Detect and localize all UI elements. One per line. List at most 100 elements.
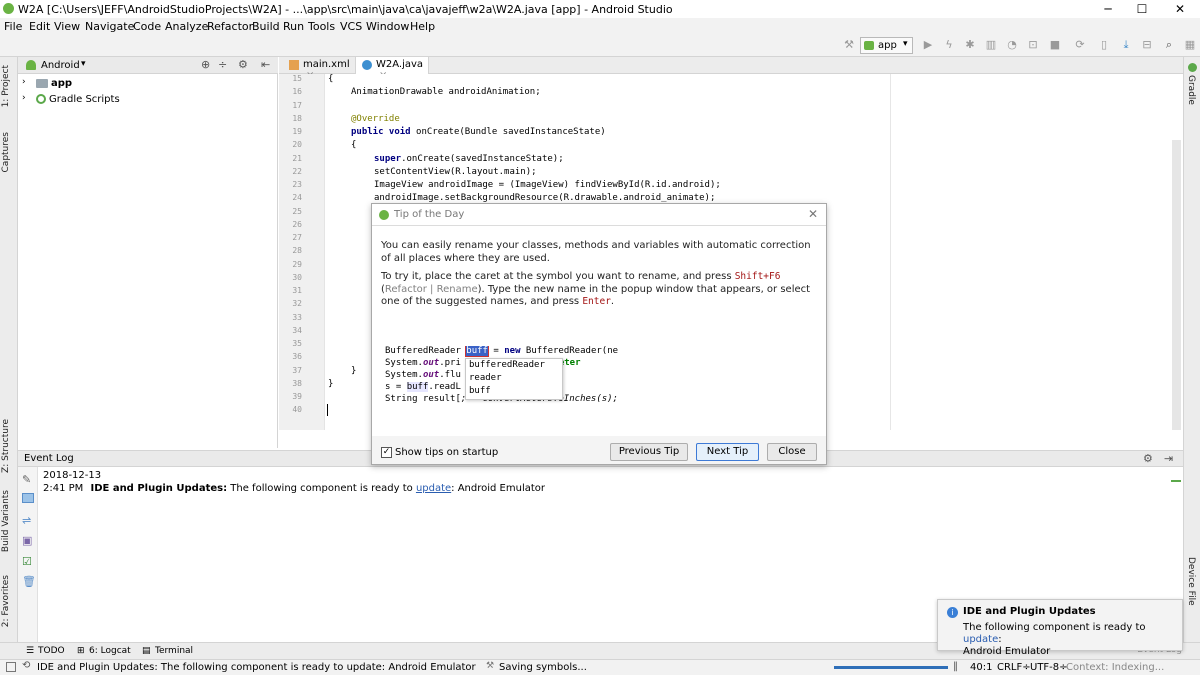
chevron-down-icon[interactable]: ▾ bbox=[81, 59, 86, 69]
avd-manager-icon[interactable]: ▯ bbox=[1097, 38, 1111, 52]
previous-tip-button[interactable]: Previous Tip bbox=[610, 443, 688, 461]
notification-title: IDE and Plugin Updates bbox=[963, 606, 1096, 617]
menu-code[interactable]: Code bbox=[133, 20, 161, 33]
coverage-icon[interactable]: ⊡ bbox=[1026, 38, 1040, 52]
suggestion-item[interactable]: reader bbox=[469, 373, 502, 383]
menu-file[interactable]: File bbox=[4, 20, 22, 33]
close-button[interactable]: Close bbox=[767, 443, 817, 461]
chevron-right-icon[interactable]: › bbox=[22, 93, 26, 103]
tab-device-file-explorer[interactable]: Device File bbox=[1186, 557, 1196, 606]
chevron-right-icon[interactable]: › bbox=[22, 77, 26, 87]
hide-panel-icon[interactable]: ⇥ bbox=[1164, 452, 1173, 465]
chat-icon[interactable] bbox=[22, 493, 34, 503]
search-icon[interactable]: ⌕ bbox=[1162, 38, 1176, 52]
menu-navigate[interactable]: Navigate bbox=[85, 20, 134, 33]
log-time: 2:41 PM bbox=[43, 483, 84, 494]
tab-main-xml[interactable]: main.xml × bbox=[283, 57, 355, 81]
layout-inspector-icon[interactable]: ⊟ bbox=[1140, 38, 1154, 52]
menu-analyze[interactable]: Analyze bbox=[165, 20, 208, 33]
stop-icon[interactable]: ■ bbox=[1048, 38, 1062, 52]
expand-icon[interactable]: ▣ bbox=[22, 534, 32, 547]
window-title: W2A [C:\Users\JEFF\AndroidStudioProjects… bbox=[18, 3, 673, 16]
line-number: 33 bbox=[292, 312, 302, 322]
tab-logcat[interactable]: 6: Logcat bbox=[89, 646, 131, 656]
apply-changes-icon[interactable]: ϟ bbox=[942, 38, 956, 52]
tab-build-variants[interactable]: Build Variants bbox=[1, 490, 11, 552]
line-separator[interactable]: CRLF÷ bbox=[997, 662, 1031, 673]
hammer-icon[interactable]: ⚒ bbox=[842, 38, 856, 52]
menu-view[interactable]: View bbox=[54, 20, 80, 33]
tab-w2a-java[interactable]: W2A.java × bbox=[355, 57, 429, 81]
menu-window[interactable]: Window bbox=[366, 20, 409, 33]
code-token: buff bbox=[406, 382, 429, 392]
android-studio-icon bbox=[379, 210, 389, 220]
filter-icon[interactable]: ⇌ bbox=[22, 514, 31, 527]
tab-gradle[interactable]: Gradle bbox=[1186, 75, 1196, 105]
tip-text: . bbox=[610, 296, 615, 307]
tree-item-gradle-scripts[interactable]: › Gradle Scripts bbox=[18, 93, 277, 107]
background-task-icon: ⚒ bbox=[486, 661, 495, 671]
right-margin-guide bbox=[890, 74, 891, 430]
editor-scrollbar[interactable] bbox=[1172, 140, 1181, 430]
tab-project[interactable]: 1: Project bbox=[1, 65, 11, 107]
suggestion-item[interactable]: buff bbox=[469, 386, 491, 396]
collapse-icon[interactable]: ÷ bbox=[218, 58, 227, 71]
menu-run[interactable]: Run bbox=[283, 20, 304, 33]
close-icon[interactable]: ✕ bbox=[808, 207, 818, 221]
gear-icon[interactable]: ⚙ bbox=[1143, 452, 1153, 465]
run-config-select[interactable]: app ▾ bbox=[860, 37, 913, 54]
profile-icon[interactable]: ▥ bbox=[984, 38, 998, 52]
menu-vcs[interactable]: VCS bbox=[340, 20, 362, 33]
editor-tab-bar: main.xml × W2A.java × bbox=[279, 57, 1183, 81]
title-bar: W2A [C:\Users\JEFF\AndroidStudioProjects… bbox=[0, 0, 1200, 18]
attach-debugger-icon[interactable]: ◔ bbox=[1005, 38, 1019, 52]
show-tips-checkbox[interactable]: ✓ bbox=[381, 447, 392, 458]
target-icon[interactable]: ⊕ bbox=[201, 58, 210, 71]
update-link[interactable]: update bbox=[963, 634, 998, 645]
gear-icon[interactable]: ⚙ bbox=[238, 58, 248, 71]
android-studio-icon bbox=[3, 3, 14, 14]
pause-icon[interactable]: ‖ bbox=[953, 661, 958, 672]
context-status[interactable]: Context: Indexing... bbox=[1066, 662, 1164, 673]
tab-todo[interactable]: TODO bbox=[38, 646, 65, 656]
tree-item-app[interactable]: › app bbox=[18, 77, 277, 91]
status-message[interactable]: IDE and Plugin Updates: The following co… bbox=[37, 662, 476, 673]
trash-icon[interactable]: 🗑 bbox=[22, 575, 36, 588]
notification-balloon[interactable]: i IDE and Plugin Updates The following c… bbox=[937, 599, 1183, 657]
editor-gutter: 15 16 17 18 19 20 21 22 23 24 25 26 27 28 29 30 31 32 33 34… bbox=[279, 74, 325, 430]
background-task[interactable]: Saving symbols... bbox=[499, 662, 587, 673]
log-scroll-indicator bbox=[1171, 480, 1181, 482]
terminal-icon: ▤ bbox=[142, 646, 151, 656]
grid-icon[interactable]: ▦ bbox=[1183, 38, 1197, 52]
panel-toggle-icon[interactable] bbox=[6, 662, 16, 672]
line-number: 39 bbox=[292, 392, 302, 401]
dialog-title: Tip of the Day bbox=[394, 209, 465, 220]
menu-build[interactable]: Build bbox=[252, 20, 280, 33]
update-link[interactable]: update bbox=[416, 483, 451, 494]
run-icon[interactable]: ▶ bbox=[921, 38, 935, 52]
menu-refactor[interactable]: Refactor bbox=[207, 20, 253, 33]
sync-gradle-icon[interactable]: ⟳ bbox=[1073, 38, 1087, 52]
caret-position[interactable]: 40:1 bbox=[970, 662, 992, 673]
maximize-icon[interactable]: ☐ bbox=[1122, 0, 1162, 18]
tab-captures[interactable]: Captures bbox=[1, 132, 11, 172]
close-window-icon[interactable]: ✕ bbox=[1160, 0, 1200, 18]
next-tip-button[interactable]: Next Tip bbox=[696, 443, 759, 461]
menu-tools[interactable]: Tools bbox=[308, 20, 335, 33]
menu-help[interactable]: Help bbox=[410, 20, 435, 33]
run-config-label: app bbox=[878, 40, 897, 51]
hide-panel-icon[interactable]: ⇤ bbox=[261, 58, 270, 71]
tab-favorites[interactable]: 2: Favorites bbox=[1, 575, 11, 627]
sdk-manager-icon[interactable]: ⤓ bbox=[1119, 38, 1133, 52]
tab-structure[interactable]: Z: Structure bbox=[1, 419, 11, 473]
pin-icon[interactable]: ✎ bbox=[22, 473, 31, 486]
file-encoding[interactable]: UTF-8÷ bbox=[1030, 662, 1068, 673]
debug-icon[interactable]: ✱ bbox=[963, 38, 977, 52]
menu-edit[interactable]: Edit bbox=[29, 20, 50, 33]
tab-terminal[interactable]: Terminal bbox=[155, 646, 193, 656]
notification-text: The following component is ready to bbox=[963, 622, 1146, 633]
code-line: super.onCreate(savedInstanceState); bbox=[374, 154, 564, 164]
check-icon[interactable]: ☑ bbox=[22, 555, 32, 568]
suggestion-item[interactable]: bufferedReader bbox=[469, 360, 545, 370]
project-view-selector[interactable]: Android bbox=[41, 60, 80, 71]
